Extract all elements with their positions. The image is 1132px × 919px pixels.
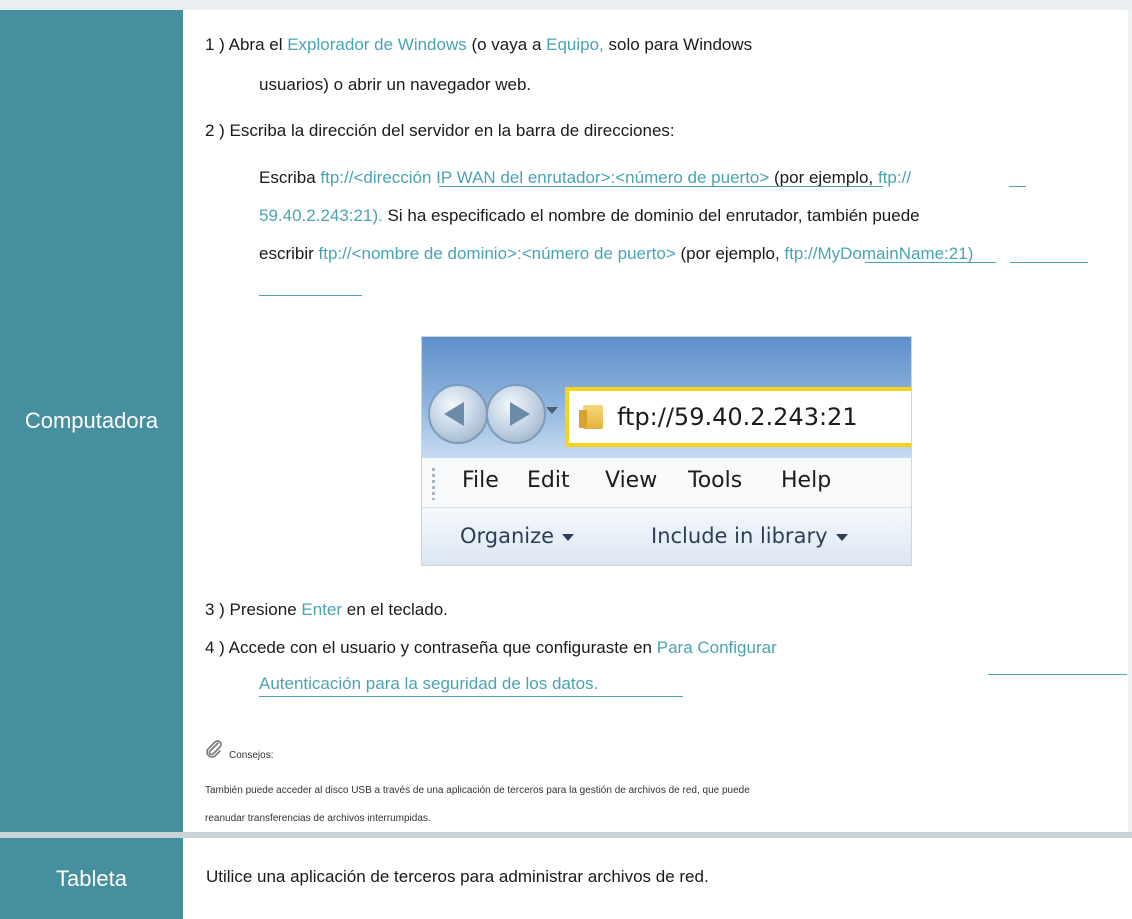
step-2-para-line-2: 59.40.2.243:21). Si ha especificado el n… [259,205,920,227]
step-2-text: Escriba [259,168,321,187]
step-2-text: (por ejemplo, [769,168,878,187]
step-1-text-end: solo para Windows [603,35,753,54]
link-underline [988,674,1127,675]
back-arrow-icon [444,402,464,426]
link-underline [259,696,683,697]
step-3-text-end: en el teclado. [342,600,448,619]
tablet-instruction: Utilice una aplicación de terceros para … [206,867,709,886]
enter-key-link[interactable]: Enter [301,600,342,619]
row-label-tablet: Tableta [0,838,183,919]
paperclip-icon [206,740,222,758]
step-1-text-mid: (o vaya a [466,35,547,54]
address-bar: ftp://59.40.2.243:21 [565,387,911,447]
forward-button [486,384,546,444]
explorer-toolbar: Organize Include in library [422,508,911,565]
tips-label: Consejos: [229,750,274,761]
step-2: 2 ) Escriba la dirección del servidor en… [205,121,675,140]
cell-border [1128,10,1132,832]
link-underline [865,262,996,263]
step-2-text: escribir [259,244,319,263]
menu-view: View [605,468,658,493]
forward-arrow-icon [510,402,530,426]
link-underline [1010,262,1088,263]
windows-explorer-link[interactable]: Explorador de Windows [287,35,467,54]
link-underline [439,186,883,187]
menu-edit: Edit [527,468,570,493]
ftp-domain-example-link[interactable]: ftp://MyDomainName:21) [784,244,973,263]
step-4-text: 4 ) Accede con el usuario y contraseña q… [205,638,657,657]
ftp-example-link[interactable]: ftp:// [878,168,911,187]
tips-text-line-2: reanudar transferencias de archivos inte… [205,813,431,824]
step-1-line-2: usuarios) o abrir un navegador web. [259,75,532,94]
step-3: 3 ) Presione Enter en el teclado. [205,599,448,621]
step-1: 1 ) Abra el Explorador de Windows (o vay… [205,34,752,56]
link-underline [259,295,362,296]
explorer-screenshot: ftp://59.40.2.243:21 File Edit View Tool… [421,336,912,566]
step-2-text: Si ha especificado el nombre de dominio … [382,206,920,225]
tips-text-line-1: También puede acceder al disco USB a tra… [205,785,750,796]
step-2-text: (por ejemplo, [675,244,785,263]
organize-menu: Organize [460,524,575,548]
configure-auth-link[interactable]: Para Configurar [657,638,777,657]
menu-file: File [462,468,499,493]
step-1-text: 1 ) Abra el [205,35,288,54]
chevron-down-icon [546,407,558,414]
row-label-computer: Computadora [0,10,183,832]
top-rule [0,0,1132,10]
organize-label: Organize [460,524,555,548]
equipo-link[interactable]: Equipo, [546,35,604,54]
ftp-example-link-cont[interactable]: 59.40.2.243:21). [259,206,383,225]
include-in-library-label: Include in library [651,524,828,548]
menu-help: Help [781,468,832,493]
explorer-title-bar: ftp://59.40.2.243:21 [422,337,911,458]
chevron-down-icon [562,533,575,541]
folder-icon [579,405,603,429]
step-3-text: 3 ) Presione [205,600,302,619]
menu-tools: Tools [688,468,743,493]
address-text: ftp://59.40.2.243:21 [617,403,858,431]
explorer-menu-bar: File Edit View Tools Help [422,458,911,508]
link-underline [1009,186,1026,187]
step-4: 4 ) Accede con el usuario y contraseña q… [205,637,777,659]
grip-handle [432,468,435,500]
ftp-domain-format-link[interactable]: ftp://<nombre de dominio>:<número de pue… [319,244,676,263]
chevron-down-icon [835,533,848,541]
include-in-library-menu: Include in library [651,524,848,548]
back-button [428,384,488,444]
ftp-ip-format-link[interactable]: ftp://<dirección IP WAN del enrutador>:<… [320,168,769,187]
configure-auth-link-cont[interactable]: Autenticación para la seguridad de los d… [259,673,598,695]
